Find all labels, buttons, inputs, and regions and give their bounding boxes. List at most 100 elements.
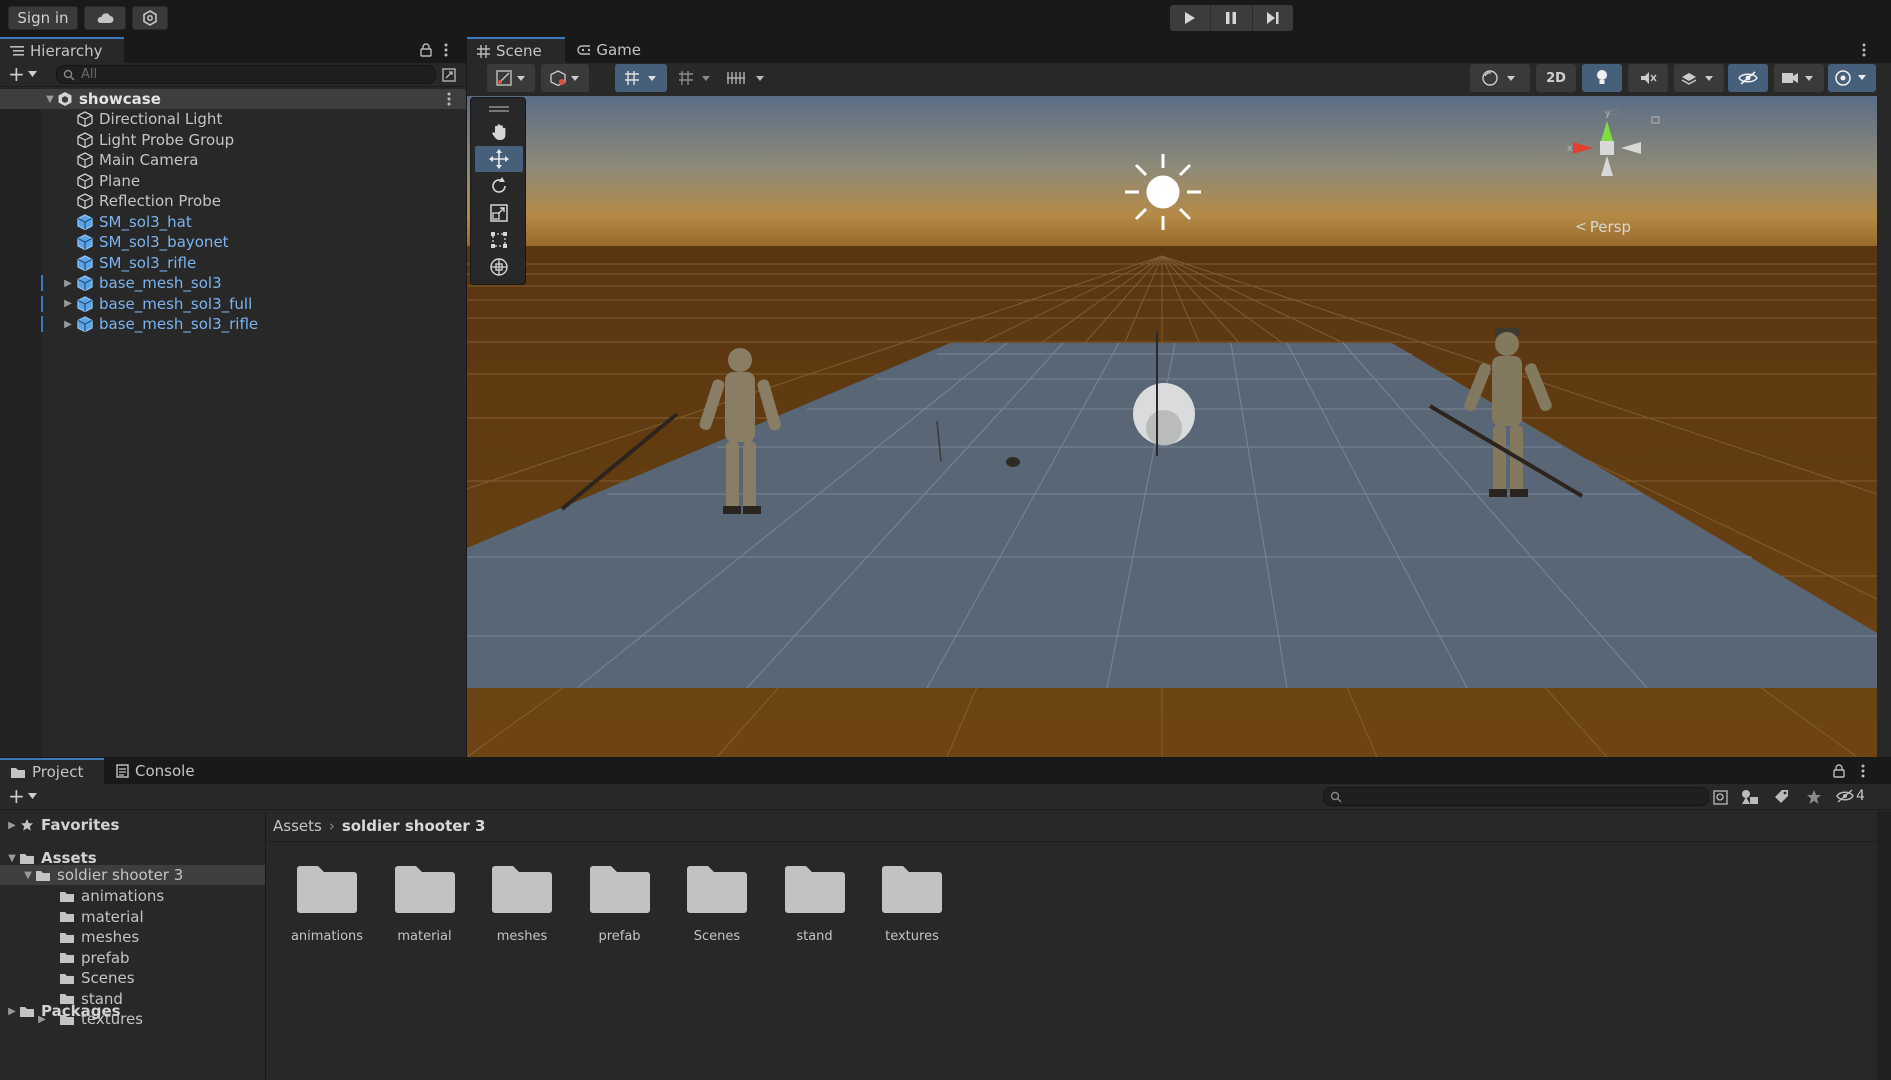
align-snap-icon <box>727 72 764 84</box>
project-search-input[interactable] <box>1323 787 1709 806</box>
hierarchy-item[interactable]: SM_sol3_bayonet <box>0 232 229 252</box>
project-lock-icon[interactable] <box>1833 764 1845 778</box>
open-folder-icon <box>34 866 52 884</box>
scale-tool[interactable] <box>475 200 523 226</box>
hierarchy-item[interactable]: Main Camera <box>0 150 198 170</box>
tree-subfolder[interactable]: meshes <box>46 927 139 947</box>
lighting-toggle[interactable] <box>1582 64 1622 92</box>
expand-arrow-icon[interactable]: ▼ <box>22 870 34 881</box>
search-placeholder: All <box>81 67 98 82</box>
tree-packages[interactable]: ▶ Packages <box>6 1001 120 1021</box>
filter-by-type-icon[interactable] <box>1741 789 1759 805</box>
scene-kebab-icon[interactable] <box>1862 43 1866 57</box>
cloud-button[interactable] <box>84 6 126 30</box>
hierarchy-item[interactable]: Directional Light <box>0 109 222 129</box>
tab-project[interactable]: Project <box>0 758 104 784</box>
folder-tile[interactable]: textures <box>869 863 955 944</box>
scene-visibility-icon[interactable] <box>442 68 456 82</box>
sign-in-button[interactable]: Sign in <box>8 6 78 30</box>
expand-arrow-icon[interactable]: ▼ <box>6 853 18 864</box>
transform-tool[interactable] <box>475 254 523 280</box>
collapsed-arrow-icon[interactable]: ▶ <box>6 820 18 831</box>
overlay-drag-handle[interactable] <box>489 106 509 108</box>
breadcrumb-assets[interactable]: Assets <box>273 817 322 835</box>
folder-icon <box>58 928 76 946</box>
align-snap-button[interactable] <box>721 64 771 92</box>
folder-tile[interactable]: animations <box>284 863 370 944</box>
project-scrollbar[interactable] <box>1877 811 1891 1080</box>
gizmo-x-label: x <box>1567 144 1573 154</box>
breadcrumb-current[interactable]: soldier shooter 3 <box>342 817 486 835</box>
mode-2d-label: 2D <box>1546 70 1566 86</box>
expand-arrow-icon[interactable]: ▼ <box>44 94 56 105</box>
shading-dropdown[interactable] <box>1470 64 1530 92</box>
tree-subfolder[interactable]: animations <box>46 886 164 906</box>
gizmos-dropdown[interactable] <box>1828 64 1876 92</box>
lock-icon[interactable] <box>420 43 432 57</box>
effects-dropdown[interactable] <box>1674 64 1724 92</box>
collapsed-arrow-icon[interactable]: ▶ <box>62 278 74 289</box>
grid-snap-button[interactable] <box>615 64 667 92</box>
collapsed-arrow-icon[interactable]: ▶ <box>62 298 74 309</box>
hierarchy-item[interactable]: Light Probe Group <box>0 130 234 150</box>
mode-2d-button[interactable]: 2D <box>1536 64 1576 92</box>
tab-console[interactable]: Console <box>106 758 216 784</box>
hierarchy-item[interactable]: ▶ base_mesh_sol3 <box>0 273 222 293</box>
kebab-menu-icon[interactable] <box>444 43 448 57</box>
hierarchy-search-input[interactable]: All <box>56 65 436 84</box>
hierarchy-item[interactable]: SM_sol3_hat <box>0 212 192 232</box>
increment-snap-button[interactable] <box>673 64 717 92</box>
hierarchy-item[interactable]: ▶ base_mesh_sol3_rifle <box>0 314 258 334</box>
create-button[interactable]: + <box>8 64 37 84</box>
tab-game[interactable]: Game <box>567 37 651 63</box>
persp-label[interactable]: < Persp <box>1575 218 1631 236</box>
project-kebab-icon[interactable] <box>1861 764 1865 778</box>
hidden-objects-toggle[interactable] <box>1728 64 1768 92</box>
tree-favorites[interactable]: ▶ Favorites <box>6 815 119 835</box>
tree-subfolder[interactable]: Scenes <box>46 968 135 988</box>
tree-soldier-shooter-3[interactable]: ▼ soldier shooter 3 <box>0 865 265 885</box>
favorite-star-icon[interactable] <box>1806 789 1822 805</box>
search-mode-icon[interactable] <box>1713 790 1728 805</box>
tree-subfolder[interactable]: material <box>46 907 144 927</box>
play-button[interactable] <box>1170 5 1212 31</box>
hidden-packages-toggle[interactable]: 4 <box>1836 788 1865 804</box>
filter-by-label-icon[interactable] <box>1774 789 1790 805</box>
hat-model[interactable] <box>1006 457 1020 467</box>
scene-menu-icon[interactable] <box>447 92 451 106</box>
camera-settings-dropdown[interactable] <box>1774 64 1824 92</box>
render-mode-dropdown[interactable] <box>541 64 589 92</box>
rotate-tool[interactable] <box>475 173 523 199</box>
hand-tool[interactable] <box>475 119 523 145</box>
folder-tile-label: prefab <box>598 929 641 944</box>
project-create-button[interactable]: + <box>8 786 37 806</box>
folder-tile[interactable]: stand <box>772 863 858 944</box>
folder-tile[interactable]: material <box>382 863 468 944</box>
folder-tile[interactable]: meshes <box>479 863 565 944</box>
pause-button[interactable] <box>1211 5 1253 31</box>
gameobject-cube-icon <box>76 172 94 190</box>
collapsed-arrow-icon[interactable]: ▶ <box>62 319 74 330</box>
directional-light-gizmo[interactable] <box>1125 154 1201 230</box>
scene-header-row[interactable]: ▼ showcase <box>0 89 466 109</box>
audio-toggle[interactable] <box>1628 64 1668 92</box>
collapsed-arrow-icon[interactable]: ▶ <box>6 1006 18 1017</box>
folder-tile[interactable]: prefab <box>577 863 663 944</box>
breadcrumb-separator-icon: › <box>328 817 335 835</box>
step-button[interactable] <box>1253 5 1293 31</box>
folder-tile[interactable]: Scenes <box>674 863 760 944</box>
grid-snap-icon <box>625 71 656 85</box>
hierarchy-item-label: Plane <box>99 171 141 190</box>
hierarchy-item[interactable]: ▶ base_mesh_sol3_full <box>0 294 252 314</box>
draw-mode-dropdown[interactable] <box>487 64 535 92</box>
hierarchy-item[interactable]: Reflection Probe <box>0 191 221 211</box>
tree-subfolder[interactable]: prefab <box>46 948 130 968</box>
rect-tool[interactable] <box>475 227 523 253</box>
tab-scene[interactable]: Scene <box>467 37 565 63</box>
scene-viewport[interactable]: y x < Persp <box>467 96 1877 757</box>
tab-hierarchy[interactable]: Hierarchy <box>0 37 124 63</box>
hierarchy-item[interactable]: Plane <box>0 171 140 191</box>
collab-button[interactable] <box>132 6 168 30</box>
move-tool[interactable] <box>475 146 523 172</box>
hierarchy-item[interactable]: SM_sol3_rifle <box>0 253 196 273</box>
